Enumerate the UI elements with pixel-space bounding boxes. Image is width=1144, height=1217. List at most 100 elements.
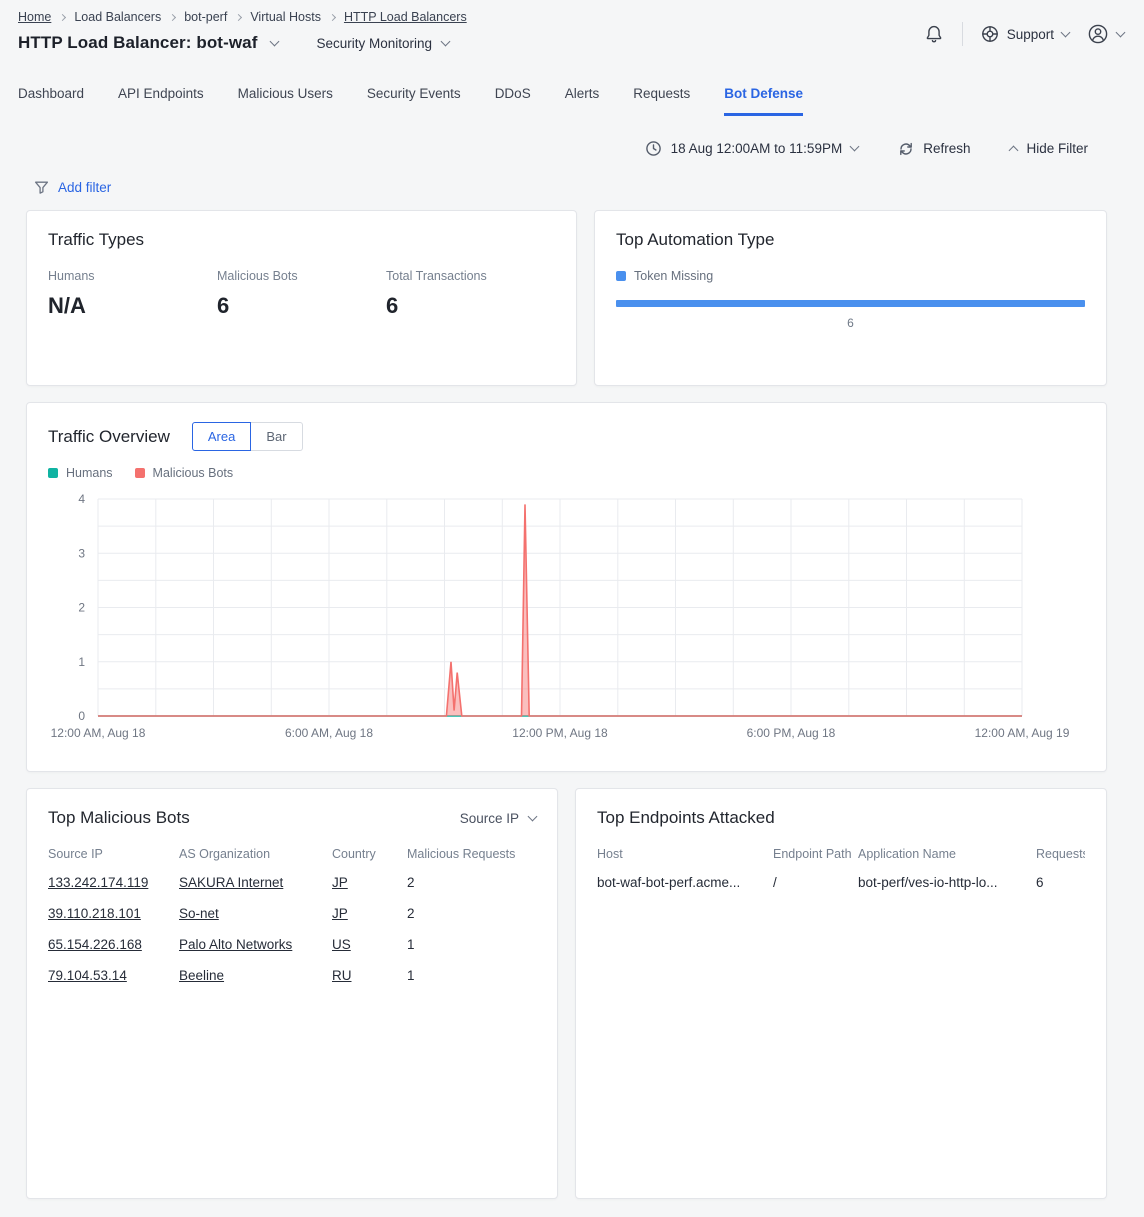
card-title: Top Endpoints Attacked (597, 808, 775, 828)
bell-icon (924, 24, 944, 45)
chart-type-toggle: Area Bar (192, 422, 303, 451)
tab-security-events[interactable]: Security Events (367, 86, 461, 116)
table-link[interactable]: JP (332, 875, 348, 890)
date-range-label: 18 Aug 12:00AM to 11:59PM (671, 141, 843, 156)
chevron-down-icon (850, 142, 860, 152)
legend-item: Humans (48, 466, 113, 480)
bots-tbody: 133.242.174.119 SAKURA Internet JP 2 39.110.… (48, 867, 536, 991)
breadcrumb-item[interactable]: Load Balancers (74, 10, 161, 24)
chevron-down-icon (441, 36, 451, 46)
tab-ddos[interactable]: DDoS (495, 86, 531, 116)
tab-malicious-users[interactable]: Malicious Users (238, 86, 333, 116)
card-header: Top Endpoints Attacked (597, 808, 1085, 828)
chevron-down-icon (1116, 27, 1126, 37)
account-menu[interactable] (1087, 23, 1124, 45)
table-link[interactable]: JP (332, 906, 348, 921)
traffic-types-card: Traffic Types Humans N/A Malicious Bots … (26, 210, 577, 386)
support-label: Support (1007, 27, 1054, 42)
date-range-picker[interactable]: 18 Aug 12:00AM to 11:59PM (645, 140, 859, 157)
support-menu[interactable]: Support (981, 25, 1069, 43)
title-row: HTTP Load Balancer: bot-waf Security Mon… (18, 33, 467, 53)
add-filter-label: Add filter (58, 180, 111, 195)
table-cell: 39.110.218.101 (48, 898, 179, 929)
overview-legend: Humans Malicious Bots (48, 466, 1085, 480)
chevron-up-icon (1009, 146, 1019, 156)
stat-total-transactions: Total Transactions 6 (386, 269, 555, 319)
tab-api-endpoints[interactable]: API Endpoints (118, 86, 204, 116)
table-cell: 2 (407, 867, 536, 898)
tab-requests[interactable]: Requests (633, 86, 690, 116)
table-link[interactable]: 133.242.174.119 (48, 875, 148, 890)
top-malicious-bots-card: Top Malicious Bots Source IP Source IPAS… (26, 788, 558, 1199)
malicious-bots-table: Source IPAS OrganizationCountryMalicious… (48, 841, 536, 991)
column-header: Malicious Requests (407, 841, 536, 867)
support-icon (981, 25, 999, 43)
tab-bot-defense[interactable]: Bot Defense (724, 86, 803, 116)
automation-bar-track (616, 300, 1085, 307)
breadcrumb-separator-icon (235, 13, 242, 20)
add-filter-button[interactable]: Add filter (34, 180, 111, 195)
table-link[interactable]: SAKURA Internet (179, 875, 283, 890)
refresh-button[interactable]: Refresh (898, 141, 970, 157)
clock-icon (645, 140, 662, 157)
load-balancer-selector[interactable] (271, 42, 278, 45)
table-link[interactable]: So-net (179, 906, 219, 921)
table-link[interactable]: 65.154.226.168 (48, 937, 142, 952)
tab-alerts[interactable]: Alerts (565, 86, 600, 116)
stat-label: Total Transactions (386, 269, 555, 283)
toggle-bar-button[interactable]: Bar (251, 422, 302, 451)
table-cell: bot-waf-bot-perf.acme... (597, 867, 773, 898)
svg-text:3: 3 (78, 546, 85, 560)
top-endpoints-card: Top Endpoints Attacked HostEndpoint Path… (575, 788, 1107, 1199)
app-header: Home Load Balancers bot-perf Virtual Hosts H… (0, 0, 1144, 53)
table-cell: 79.104.53.14 (48, 960, 179, 991)
header-left: Home Load Balancers bot-perf Virtual Hosts H… (18, 8, 467, 53)
breadcrumb-item[interactable]: HTTP Load Balancers (344, 10, 467, 24)
svg-text:4: 4 (78, 492, 85, 506)
table-link[interactable]: 39.110.218.101 (48, 906, 141, 921)
legend-swatch (616, 271, 626, 281)
automation-legend: Token Missing (616, 269, 1085, 283)
table-cell: So-net (179, 898, 332, 929)
table-cell: 133.242.174.119 (48, 867, 179, 898)
table-link[interactable]: 79.104.53.14 (48, 968, 127, 983)
table-link[interactable]: RU (332, 968, 352, 983)
card-title: Traffic Types (48, 230, 555, 250)
svg-text:6:00 AM, Aug 18: 6:00 AM, Aug 18 (285, 726, 373, 740)
table-cell: 6 (1036, 867, 1085, 898)
stat-label: Malicious Bots (217, 269, 386, 283)
group-by-selector[interactable]: Source IP (460, 811, 536, 826)
table-cell: bot-perf/ves-io-http-lo... (858, 867, 1036, 898)
breadcrumb-item[interactable]: Home (18, 10, 51, 24)
table-link[interactable]: Palo Alto Networks (179, 937, 292, 952)
table-row: 39.110.218.101So-netJP2 (48, 898, 536, 929)
traffic-types-stats: Humans N/A Malicious Bots 6 Total Transa… (48, 269, 555, 319)
table-link[interactable]: Beeline (179, 968, 224, 983)
tab-dashboard[interactable]: Dashboard (18, 86, 84, 116)
breadcrumb-item[interactable]: Virtual Hosts (250, 10, 321, 24)
notifications-button[interactable] (924, 24, 944, 45)
security-monitoring-selector[interactable]: Security Monitoring (316, 36, 449, 51)
page-title: HTTP Load Balancer: bot-waf (18, 33, 257, 53)
card-title: Top Automation Type (616, 230, 1085, 250)
column-header: Source IP (48, 841, 179, 867)
breadcrumb-separator-icon (59, 13, 66, 20)
stat-value: 6 (217, 293, 386, 319)
filter-bar: 18 Aug 12:00AM to 11:59PM Refresh Hide F… (0, 140, 1144, 157)
table-cell: SAKURA Internet (179, 867, 332, 898)
hide-filter-button[interactable]: Hide Filter (1010, 141, 1088, 156)
breadcrumb: Home Load Balancers bot-perf Virtual Hosts H… (18, 8, 467, 26)
main-content: Traffic Types Humans N/A Malicious Bots … (0, 210, 1144, 1216)
svg-text:6:00 PM, Aug 18: 6:00 PM, Aug 18 (747, 726, 836, 740)
table-link[interactable]: US (332, 937, 351, 952)
table-row: 65.154.226.168Palo Alto NetworksUS1 (48, 929, 536, 960)
legend-label: Token Missing (634, 269, 713, 283)
tab-bar: Dashboard API Endpoints Malicious Users Sec… (0, 86, 1144, 116)
legend-swatch (135, 468, 145, 478)
toggle-area-button[interactable]: Area (192, 422, 251, 451)
legend-item: Token Missing (616, 269, 713, 283)
legend-item: Malicious Bots (135, 466, 234, 480)
column-header: AS Organization (179, 841, 332, 867)
svg-text:12:00 AM, Aug 18: 12:00 AM, Aug 18 (51, 726, 146, 740)
breadcrumb-item[interactable]: bot-perf (184, 10, 227, 24)
